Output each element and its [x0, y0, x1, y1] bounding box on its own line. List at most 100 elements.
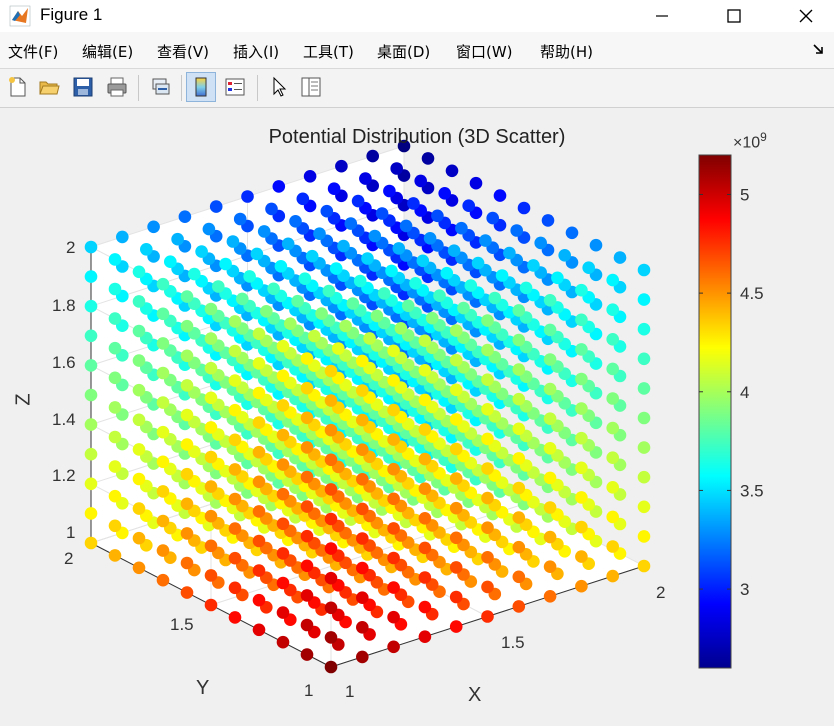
scatter-point: [284, 317, 297, 331]
scatter-point: [543, 294, 557, 307]
scatter-point: [84, 477, 98, 491]
scatter-point: [300, 589, 314, 602]
y-axis-label: Y: [196, 677, 210, 699]
scatter-point: [503, 246, 516, 260]
scatter-point: [228, 522, 242, 535]
scatter-point: [313, 227, 326, 240]
scatter-point: [132, 383, 146, 397]
scatter-point: [252, 357, 266, 370]
scatter-point: [84, 329, 98, 343]
scatter-point: [606, 303, 619, 317]
scatter-point: [543, 412, 557, 426]
scatter-point: [387, 433, 400, 446]
scatter-point: [84, 270, 98, 283]
scatter-point: [606, 451, 619, 465]
scatter-point: [180, 319, 194, 333]
scatter-point: [392, 242, 406, 255]
scatter-point: [519, 281, 533, 295]
scatter-point: [108, 401, 122, 414]
scatter-point: [204, 480, 218, 493]
scatter-point: [575, 343, 588, 356]
scatter-point: [300, 352, 314, 365]
scatter-point: [156, 544, 170, 557]
scatter-point: [305, 249, 319, 263]
scatter-point: [464, 279, 478, 292]
scatter-point: [356, 621, 369, 634]
scatter-point: [228, 433, 242, 447]
x-tick-label: 2: [656, 583, 666, 602]
scatter-point: [212, 280, 225, 293]
colorbar[interactable]: [698, 154, 732, 669]
scatter-point: [481, 521, 494, 534]
scatter-point: [272, 180, 286, 193]
scatter-point: [575, 461, 588, 475]
scatter-point: [132, 443, 146, 456]
scatter-point: [252, 593, 266, 607]
scatter-point: [418, 423, 432, 436]
scatter-point: [324, 364, 338, 378]
scatter-point: [481, 551, 494, 564]
colorbar-tick-label: 3: [740, 580, 749, 599]
scatter-point: [276, 339, 290, 353]
scatter-point: [84, 536, 98, 550]
scatter-point: [300, 618, 314, 632]
scatter-point: [455, 221, 468, 235]
scatter-point: [228, 551, 242, 565]
scatter-point: [353, 274, 367, 288]
scatter-point: [512, 600, 526, 613]
scatter-point: [252, 386, 266, 400]
scatter-point: [637, 293, 651, 306]
scatter-point: [575, 431, 588, 445]
scatter-point: [180, 467, 194, 481]
scatter-point: [606, 510, 619, 524]
scatter-plot-3d[interactable]: 3 3.5 4 4.5 5: [0, 0, 834, 726]
scatter-point: [449, 353, 463, 367]
scatter-point: [132, 531, 146, 545]
scatter-point: [180, 349, 194, 363]
scatter-point: [267, 282, 280, 296]
scatter-point: [363, 332, 376, 345]
scatter-point: [457, 301, 470, 315]
scatter-point: [637, 470, 651, 484]
scatter-point: [108, 489, 122, 503]
scatter-point: [418, 600, 432, 614]
scatter-point: [180, 379, 194, 392]
scatter-point: [180, 586, 194, 599]
scatter-point: [300, 529, 314, 543]
scatter-point: [276, 428, 290, 442]
scatter-point: [449, 590, 463, 604]
scatter-point: [276, 606, 290, 619]
x-axis-label: X: [468, 684, 482, 706]
scatter-point: [449, 531, 463, 545]
scatter-point: [132, 413, 146, 427]
scatter-point: [449, 620, 463, 633]
scatter-point: [359, 172, 372, 185]
scatter-point: [449, 383, 463, 397]
z-tick-label: 1.6: [52, 353, 76, 372]
scatter-point: [84, 447, 98, 461]
scatter-point: [356, 591, 369, 604]
scatter-point: [543, 442, 557, 455]
scatter-point: [84, 359, 98, 372]
scatter-point: [351, 194, 365, 208]
scatter-point: [252, 445, 266, 459]
scatter-point: [418, 571, 432, 584]
scatter-point: [637, 322, 651, 336]
scatter-point: [387, 492, 400, 506]
scatter-point: [209, 200, 223, 213]
z-tick-label: 1.4: [52, 410, 76, 429]
scatter-point: [575, 372, 588, 386]
scatter-point: [108, 460, 122, 473]
scatter-point: [449, 561, 463, 574]
scatter-point: [481, 610, 494, 623]
scatter-point: [558, 249, 571, 262]
scatter-point: [582, 261, 595, 275]
scatter-point: [132, 354, 146, 367]
scatter-point: [399, 219, 413, 233]
scatter-point: [387, 374, 400, 387]
scatter-point: [156, 514, 170, 528]
scatter-point: [416, 254, 430, 268]
scatter-point: [156, 307, 170, 321]
scatter-point: [324, 394, 338, 407]
scatter-point: [303, 170, 317, 183]
